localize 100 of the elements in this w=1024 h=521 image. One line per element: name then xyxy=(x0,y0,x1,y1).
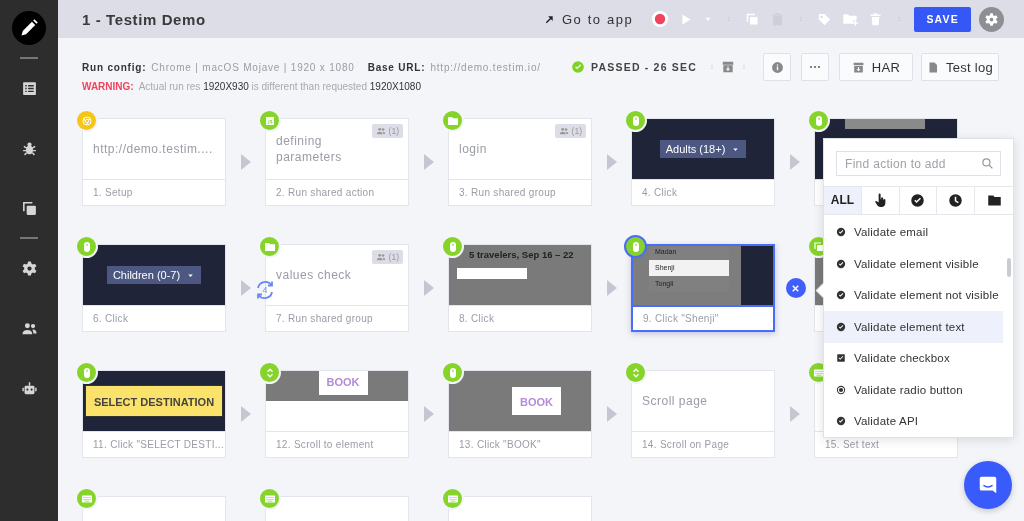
step-card[interactable]: Children (0-7) 6. Click xyxy=(82,244,226,332)
arrow-icon xyxy=(423,406,434,422)
warning-message: Actual run res 1920X930 is different than requested 1920X1080 xyxy=(138,80,421,94)
trash-icon xyxy=(868,11,884,27)
info-button[interactable] xyxy=(763,53,791,81)
thumbnail-field xyxy=(457,268,527,279)
step-text: defining parameters xyxy=(276,133,343,165)
robot-icon xyxy=(20,379,38,397)
base-url-label: Base URL: xyxy=(367,61,426,75)
settings-icon xyxy=(20,259,38,277)
run-config-label: Run config: xyxy=(82,61,147,75)
arrow-icon xyxy=(240,406,251,422)
run-config-value: Chrome | macOS Mojave | 1920 x 1080 xyxy=(151,61,355,75)
people-icon xyxy=(558,126,569,136)
pointer-icon xyxy=(872,192,888,208)
checkbox-icon xyxy=(836,353,846,364)
action-option[interactable]: Validate radio button xyxy=(824,374,1003,406)
action-filter-tab[interactable]: ALL xyxy=(824,187,862,214)
radio-icon xyxy=(836,384,846,395)
shared-count: (1) xyxy=(571,126,582,136)
clock-icon xyxy=(948,192,964,208)
action-option[interactable]: Validate element not visible xyxy=(824,279,1003,311)
action-option[interactable]: Validate checkbox xyxy=(824,342,1003,374)
step-text: login xyxy=(459,141,487,157)
step-label: 14. Scroll on Page xyxy=(642,439,730,450)
list-icon xyxy=(20,79,38,97)
search-field[interactable]: Find action to add xyxy=(836,151,1001,176)
thumbnail-button-text: SELECT DESTINATION xyxy=(93,396,215,408)
warning-label: WARNING: xyxy=(82,80,134,94)
arrow-icon xyxy=(789,154,800,170)
tag-icon xyxy=(817,11,833,27)
save-button[interactable]: SAVE xyxy=(914,6,971,32)
folder-icon xyxy=(446,114,459,127)
step-text: values check xyxy=(276,267,352,283)
folder-icon xyxy=(263,240,276,253)
arrow-up-right-icon xyxy=(543,13,555,25)
archive-icon xyxy=(721,60,735,74)
remove-step-button[interactable] xyxy=(785,278,806,298)
pencil-icon xyxy=(19,18,39,38)
step-label: 9. Click "Shenji" xyxy=(643,313,719,324)
step-label: 13. Click "BOOK" xyxy=(459,439,541,450)
js-icon xyxy=(263,114,276,127)
people-icon xyxy=(375,126,386,136)
action-option[interactable]: Validate element visible xyxy=(824,248,1003,280)
arrow-icon xyxy=(240,154,251,170)
shared-count: (1) xyxy=(388,252,399,262)
people-icon xyxy=(375,252,386,262)
step-label: 12. Scroll to element xyxy=(276,439,374,450)
folder-plus-icon xyxy=(842,11,859,27)
action-option[interactable]: Validate API xyxy=(824,405,1003,437)
base-url-value: http://demo.testim.io/ xyxy=(430,61,541,75)
arrow-icon xyxy=(423,280,434,296)
action-option[interactable]: Validate email xyxy=(824,216,1003,248)
dropdown-text: Children (0-7) xyxy=(112,269,181,281)
chrome-icon xyxy=(80,114,93,127)
har-button[interactable]: HAR xyxy=(839,53,913,81)
chat-icon xyxy=(977,474,999,496)
info-icon xyxy=(770,60,784,74)
archive-icon xyxy=(851,60,865,74)
thumbnail-heading: 5 travelers, Sep 16 – 22 xyxy=(469,249,574,260)
thumbnail-button-text: BOOK xyxy=(520,396,553,408)
step-label: 4. Click xyxy=(642,187,678,198)
copy-icon xyxy=(745,11,761,27)
scrollbar[interactable] xyxy=(1007,257,1011,277)
copy-icon xyxy=(20,199,38,217)
step-label: 8. Click xyxy=(459,313,495,324)
action-option[interactable]: Validate element text xyxy=(824,311,1003,343)
step-label: 6. Click xyxy=(93,313,129,324)
step-card[interactable]: SELECT DESTINATION 11. Click "SELECT DESTI... xyxy=(82,370,226,458)
sidebar-nav-button[interactable] xyxy=(12,11,46,45)
close-icon xyxy=(790,282,801,294)
repeat-count: 4 xyxy=(262,285,268,295)
arrow-icon xyxy=(606,154,617,170)
go-to-app-link[interactable]: Go to app xyxy=(543,11,634,27)
shared-count: (1) xyxy=(388,126,399,136)
step-card[interactable]: 5 travelers, Sep 16 – 22 8. Click xyxy=(448,244,592,332)
settings-button[interactable] xyxy=(979,6,1004,32)
step-label: 1. Setup xyxy=(93,187,133,198)
arrow-icon xyxy=(606,280,617,296)
step-text: Scroll page xyxy=(642,393,708,409)
run-status: PASSED - 26 SEC xyxy=(591,59,697,75)
arrow-icon xyxy=(606,406,617,422)
step-label: 2. Run shared action xyxy=(276,187,375,198)
repeat-icon xyxy=(254,279,276,301)
arrow-icon xyxy=(240,280,251,296)
step-text: http://demo.testim.... xyxy=(93,141,213,157)
step-label: 7. Run shared group xyxy=(276,313,373,324)
bug-icon xyxy=(20,139,38,157)
dropdown-text: Adults (18+) xyxy=(665,143,726,155)
search-icon xyxy=(981,157,994,170)
test-log-button[interactable]: Test log xyxy=(921,53,999,81)
step-label: 11. Click "SELECT DESTI... xyxy=(93,439,224,450)
arrow-icon xyxy=(423,154,434,170)
thumbnail-button-text: BOOK xyxy=(326,376,360,388)
step-label: 3. Run shared group xyxy=(459,187,556,198)
record-icon xyxy=(652,11,669,27)
arrow-icon xyxy=(789,406,800,422)
step-card[interactable]: Adults (18+) 4. Click xyxy=(631,118,775,206)
step-label: 15. Set text xyxy=(825,439,880,450)
test-title: 1 - Testim Demo xyxy=(82,10,207,28)
